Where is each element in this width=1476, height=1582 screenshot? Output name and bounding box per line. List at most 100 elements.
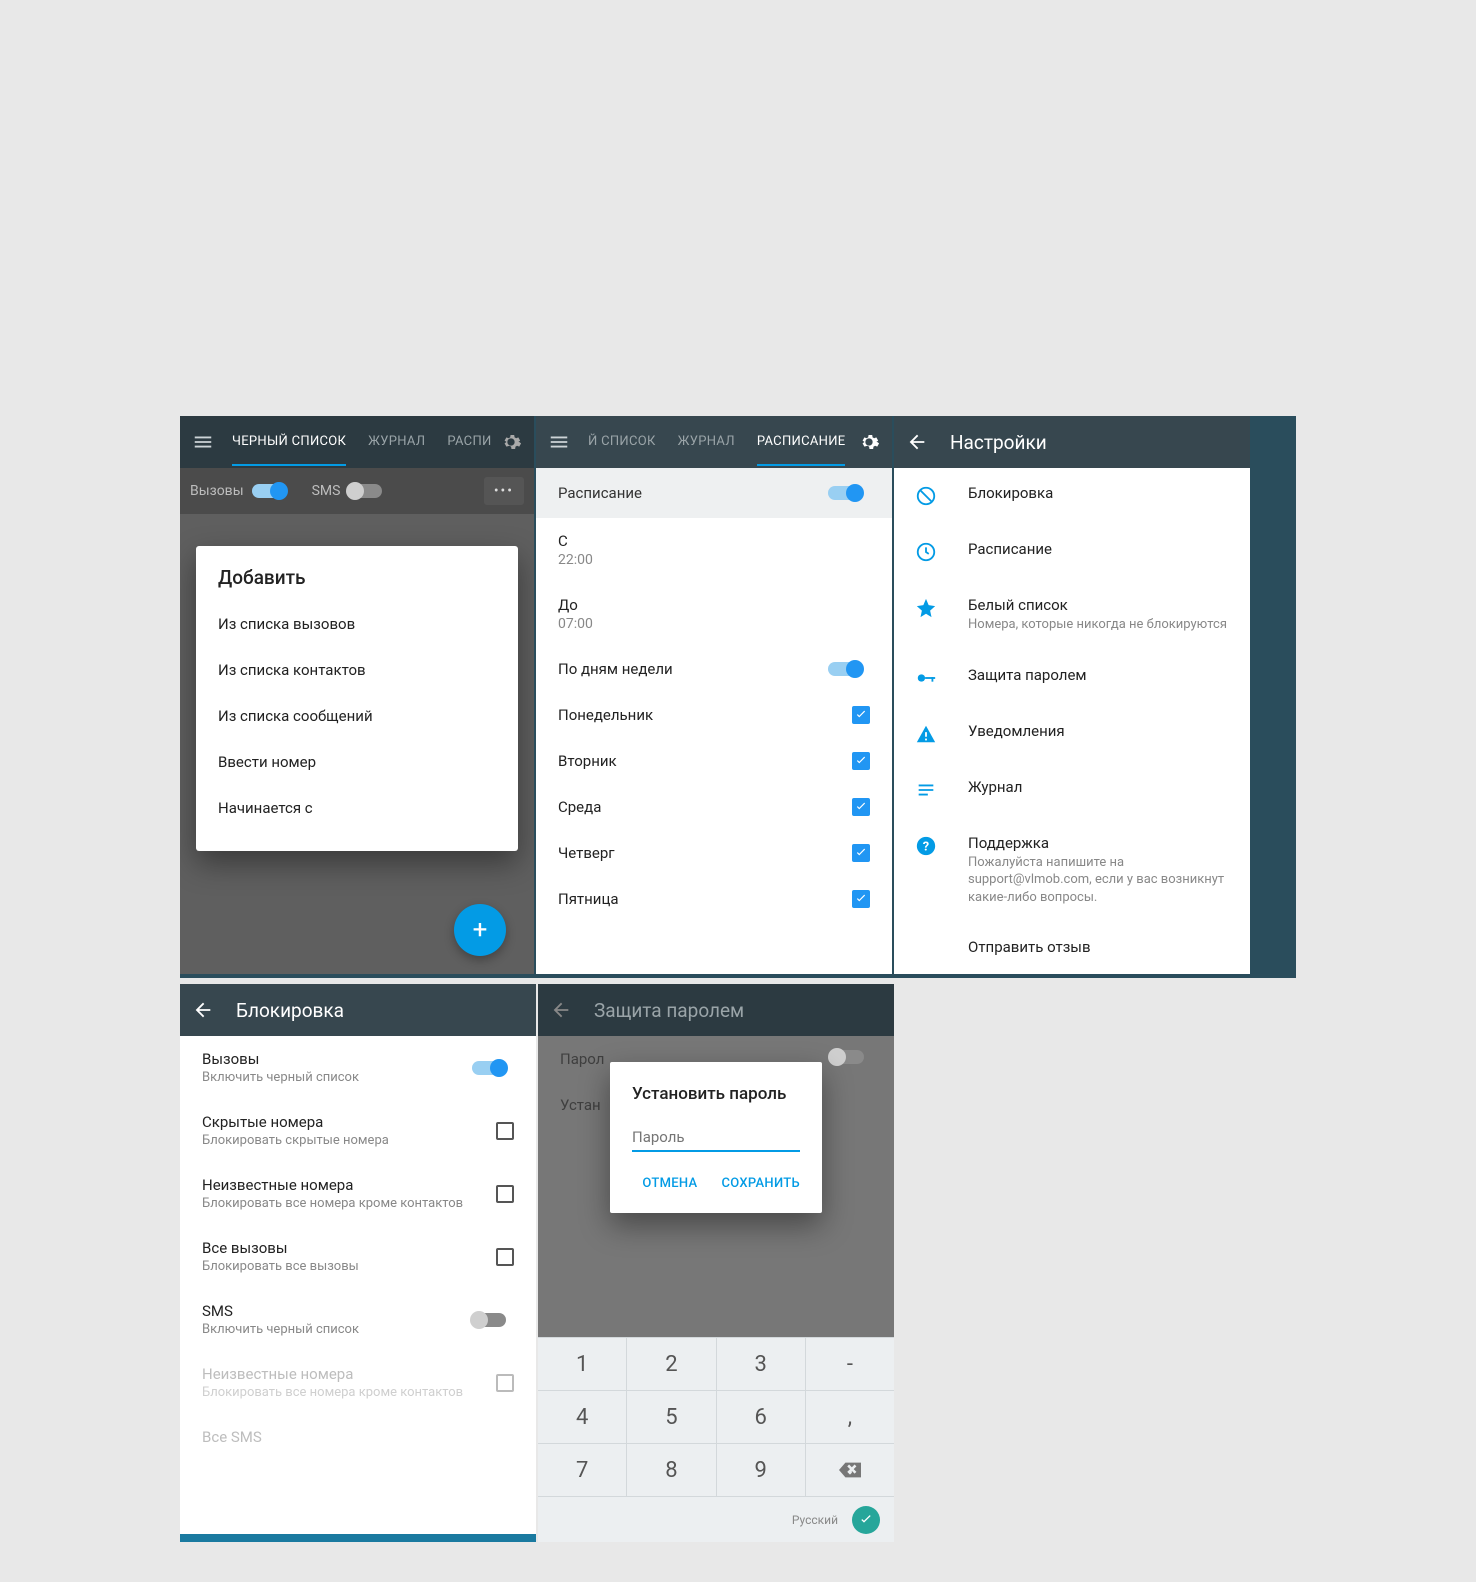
sms-label: SMS <box>312 483 341 499</box>
gear-icon[interactable] <box>500 431 522 453</box>
appbar: Настройки <box>894 416 1250 468</box>
checkbox-icon[interactable] <box>852 752 870 770</box>
screen-schedule: Й СПИСОК ЖУРНАЛ РАСПИСАНИЕ Расписание С2… <box>536 416 892 974</box>
back-icon[interactable] <box>906 431 928 453</box>
cancel-button[interactable]: ОТМЕНА <box>642 1176 697 1191</box>
day-wed[interactable]: Среда <box>536 784 892 830</box>
screen-password: Защита паролем Парол Устан Установить па… <box>538 984 894 1542</box>
screen-settings: Настройки Блокировка Расписание Белый сп… <box>894 416 1250 974</box>
appbar: Й СПИСОК ЖУРНАЛ РАСПИСАНИЕ <box>536 416 892 468</box>
settings-notifications[interactable]: Уведомления <box>894 706 1250 762</box>
key-icon <box>914 666 938 690</box>
checkbox-icon[interactable] <box>496 1185 514 1203</box>
bydays-toggle[interactable] <box>828 662 862 676</box>
password-input[interactable] <box>632 1122 800 1152</box>
back-icon[interactable] <box>550 999 572 1021</box>
day-thu[interactable]: Четверг <box>536 830 892 876</box>
sms-toggle[interactable] <box>472 1313 506 1327</box>
unknown-row[interactable]: Неизвестные номераБлокировать все номера… <box>180 1162 536 1225</box>
more-button[interactable]: ••• <box>484 477 524 505</box>
menu-icon[interactable] <box>548 431 570 453</box>
tab-blacklist[interactable]: Й СПИСОК <box>588 434 656 451</box>
star-icon <box>914 596 938 620</box>
key-backspace[interactable] <box>806 1444 894 1496</box>
page-title: Защита паролем <box>594 999 882 1022</box>
dialog-title: Установить пароль <box>632 1084 800 1104</box>
key-7[interactable]: 7 <box>538 1444 627 1496</box>
settings-whitelist[interactable]: Белый списокНомера, которые никогда не б… <box>894 580 1250 650</box>
day-tue[interactable]: Вторник <box>536 738 892 784</box>
add-starts-with[interactable]: Начинается с <box>196 785 518 831</box>
key-9[interactable]: 9 <box>717 1444 806 1496</box>
add-from-calls[interactable]: Из списка вызовов <box>196 601 518 647</box>
clock-icon <box>914 540 938 564</box>
appbar: ЧЕРНЫЙ СПИСОК ЖУРНАЛ РАСПИ <box>180 416 534 468</box>
to-row[interactable]: До07:00 <box>536 582 892 646</box>
key-dash[interactable]: - <box>806 1338 894 1390</box>
settings-journal[interactable]: Журнал <box>894 762 1250 818</box>
allcalls-row[interactable]: Все вызовыБлокировать все вызовы <box>180 1225 536 1288</box>
settings-support[interactable]: ?ПоддержкаПожалуйста напишите на support… <box>894 818 1250 923</box>
tab-schedule[interactable]: РАСПИ <box>447 434 491 451</box>
calls-row[interactable]: ВызовыВключить черный список <box>180 1036 536 1099</box>
key-4[interactable]: 4 <box>538 1391 627 1443</box>
add-fab[interactable]: + <box>454 904 506 956</box>
page-title: Настройки <box>950 431 1238 454</box>
appbar: Защита паролем <box>538 984 894 1036</box>
list-icon <box>914 778 938 802</box>
day-fri[interactable]: Пятница <box>536 876 892 922</box>
menu-icon[interactable] <box>192 431 214 453</box>
screen-blocking: Блокировка ВызовыВключить черный список … <box>180 984 536 1542</box>
hidden-row[interactable]: Скрытые номераБлокировать скрытые номера <box>180 1099 536 1162</box>
unknown-sms-row: Неизвестные номераБлокировать все номера… <box>180 1351 536 1414</box>
calls-toggle[interactable] <box>472 1061 506 1075</box>
checkbox-icon[interactable] <box>852 844 870 862</box>
tab-blacklist[interactable]: ЧЕРНЫЙ СПИСОК <box>232 434 346 466</box>
back-icon[interactable] <box>192 999 214 1021</box>
add-dialog: Добавить Из списка вызовов Из списка кон… <box>196 546 518 851</box>
sms-row[interactable]: SMSВключить черный список <box>180 1288 536 1351</box>
checkbox-icon[interactable] <box>496 1122 514 1140</box>
add-from-contacts[interactable]: Из списка контактов <box>196 647 518 693</box>
sms-toggle[interactable] <box>348 484 382 498</box>
key-5[interactable]: 5 <box>627 1391 716 1443</box>
ok-button[interactable] <box>852 1506 880 1534</box>
block-icon <box>914 484 938 508</box>
key-3[interactable]: 3 <box>717 1338 806 1390</box>
settings-block[interactable]: Блокировка <box>894 468 1250 524</box>
key-1[interactable]: 1 <box>538 1338 627 1390</box>
calls-toggle[interactable] <box>252 484 286 498</box>
add-from-messages[interactable]: Из списка сообщений <box>196 693 518 739</box>
feedback-icon <box>914 938 938 962</box>
calls-label: Вызовы <box>190 483 244 499</box>
key-6[interactable]: 6 <box>717 1391 806 1443</box>
key-2[interactable]: 2 <box>627 1338 716 1390</box>
schedule-toggle[interactable] <box>828 486 862 500</box>
tab-schedule[interactable]: РАСПИСАНИЕ <box>757 434 846 466</box>
save-button[interactable]: СОХРАНИТЬ <box>721 1176 800 1191</box>
bydays-row[interactable]: По дням недели <box>536 646 892 692</box>
allsms-row: Все SMS <box>180 1414 536 1460</box>
dialog-title: Добавить <box>196 566 518 601</box>
gear-icon[interactable] <box>858 431 880 453</box>
checkbox-icon <box>496 1374 514 1392</box>
bottombar <box>180 1534 536 1542</box>
key-comma[interactable]: , <box>806 1391 894 1443</box>
keypad: 1 2 3 - 4 5 6 , 7 8 9 Русский <box>538 1337 894 1542</box>
from-row[interactable]: С22:00 <box>536 518 892 582</box>
tab-journal[interactable]: ЖУРНАЛ <box>368 434 425 451</box>
day-mon[interactable]: Понедельник <box>536 692 892 738</box>
checkbox-icon[interactable] <box>496 1248 514 1266</box>
checkbox-icon[interactable] <box>852 798 870 816</box>
settings-password[interactable]: Защита паролем <box>894 650 1250 706</box>
schedule-toggle-row[interactable]: Расписание <box>536 468 892 518</box>
key-8[interactable]: 8 <box>627 1444 716 1496</box>
add-enter-number[interactable]: Ввести номер <box>196 739 518 785</box>
password-toggle <box>830 1050 864 1064</box>
checkbox-icon[interactable] <box>852 706 870 724</box>
settings-schedule[interactable]: Расписание <box>894 524 1250 580</box>
checkbox-icon[interactable] <box>852 890 870 908</box>
tab-journal[interactable]: ЖУРНАЛ <box>678 434 735 451</box>
settings-feedback[interactable]: Отправить отзыв <box>894 922 1250 974</box>
lang-label[interactable]: Русский <box>792 1513 838 1527</box>
